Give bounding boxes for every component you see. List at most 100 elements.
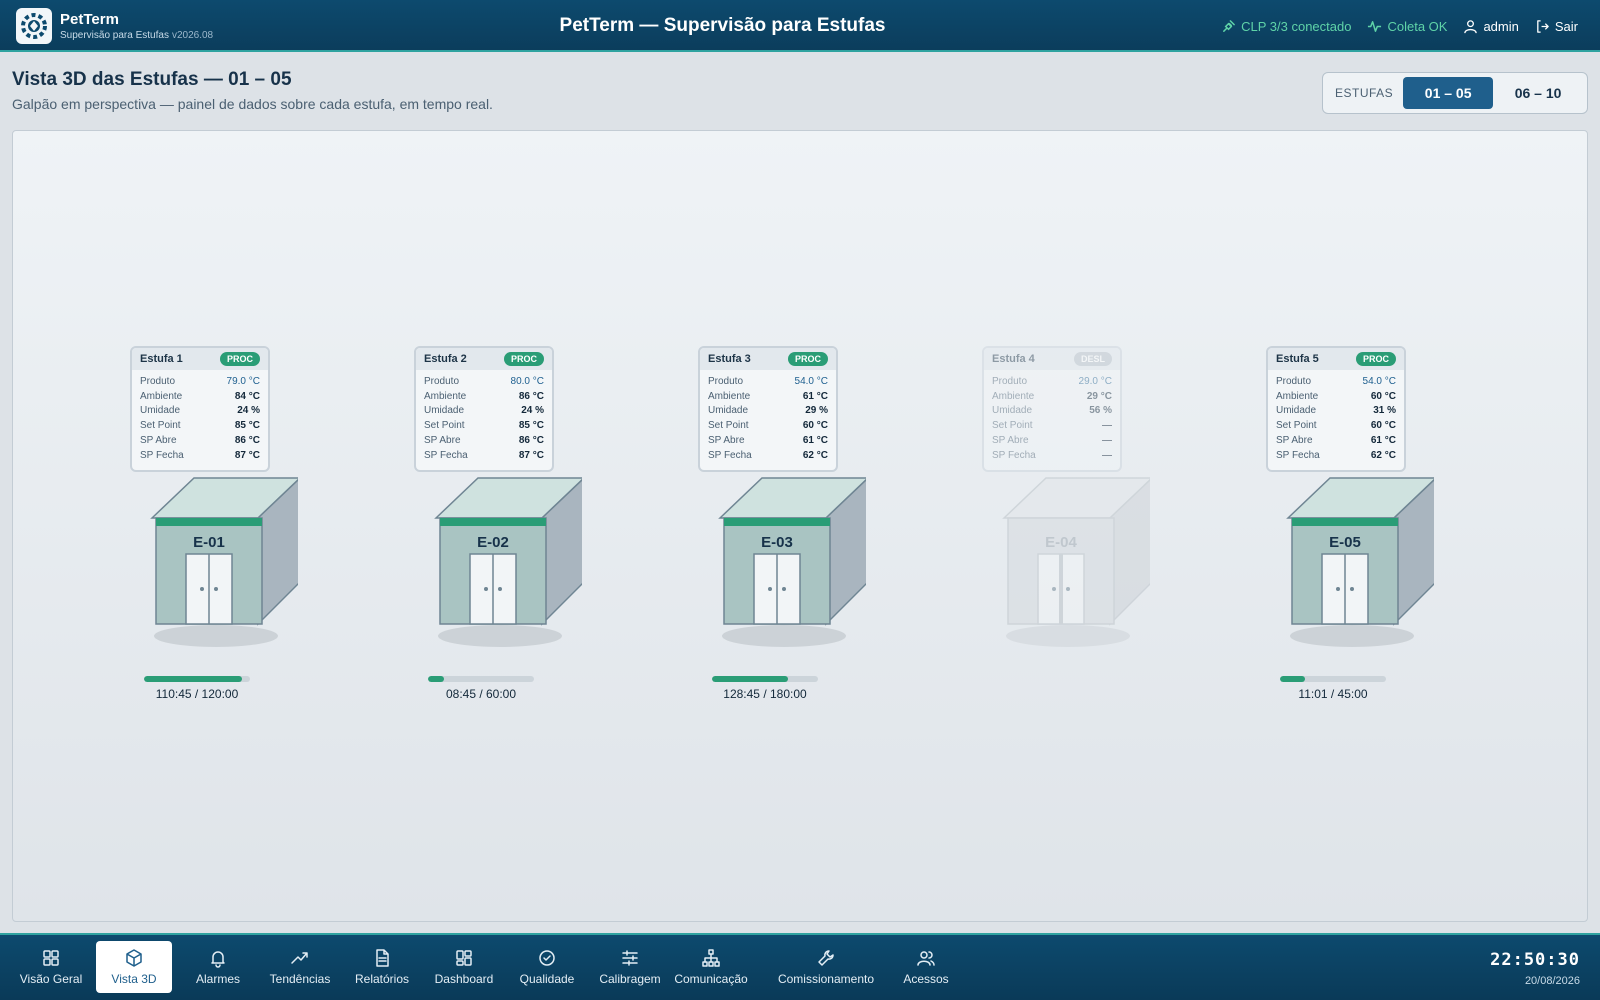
nav-item-sliders[interactable]: Calibragem: [590, 941, 670, 993]
nav-item-dashboard[interactable]: Dashboard: [425, 941, 503, 993]
batch-time: 11:01 / 45:00: [1298, 687, 1368, 701]
nav-item-users[interactable]: Acessos: [890, 941, 962, 993]
group-button-01-05[interactable]: 01 – 05: [1403, 77, 1494, 109]
wrench-icon: [818, 950, 834, 966]
nav-item-bell[interactable]: Alarmes: [180, 941, 256, 993]
card-row-value: 60 °C: [802, 420, 828, 432]
card-row-value: 61 °C: [802, 390, 828, 402]
clp-status: CLP 3/3 conectado: [1221, 19, 1351, 34]
card-row-sp_fecha: SP Fecha 62 °C: [1276, 448, 1396, 463]
nav-item-label: Tendências: [269, 972, 331, 986]
card-row-sp_fecha: SP Fecha 87 °C: [140, 448, 260, 463]
user-menu[interactable]: admin: [1463, 18, 1519, 34]
estufa-data-card[interactable]: Estufa 3 PROC Produto 54.0 °C Ambiente 61 °C U…: [698, 346, 838, 472]
page-title: Vista 3D das Estufas — 01 – 05: [12, 69, 292, 90]
nav-item-label: Calibragem: [599, 972, 661, 986]
card-row-value: 86 °C: [518, 435, 544, 447]
coleta-status-label: Coleta OK: [1387, 18, 1448, 34]
batch-time: 08:45 / 60:00: [445, 687, 517, 701]
card-row-value: 86 °C: [234, 435, 260, 447]
estufa-unit[interactable]: Estufa 1 PROC Produto 79.0 °C Ambiente 84 °C U…: [13, 131, 303, 923]
page-subtitle: Galpão em perspectiva — painel de dados …: [12, 96, 493, 112]
estufa-unit[interactable]: Estufa 3 PROC Produto 54.0 °C Ambiente 61 °C U…: [581, 131, 871, 923]
nav-item-check-circle[interactable]: Qualidade: [508, 941, 586, 993]
card-row-sp_abre: SP Abre 61 °C: [708, 433, 828, 448]
estufa-name: Estufa 4: [992, 353, 1035, 365]
top-status-area: CLP 3/3 conectado Coleta OK admin Sair: [1221, 0, 1600, 52]
estufa-unit[interactable]: Estufa 2 PROC Produto 80.0 °C Ambiente 86 °C U…: [297, 131, 587, 923]
card-row-umidade: Umidade 24 %: [140, 404, 260, 419]
progress-fill: [712, 676, 789, 682]
estufa-data-card[interactable]: Estufa 1 PROC Produto 79.0 °C Ambiente 84 °C U…: [130, 346, 270, 472]
card-row-sp_fecha: SP Fecha —: [992, 448, 1112, 463]
nav-item-trend[interactable]: Tendências: [260, 941, 340, 993]
estufa-unit[interactable]: Estufa 4 DESL Produto 29.0 °C Ambiente 29 °C U…: [865, 131, 1155, 923]
nav-item-document[interactable]: Relatórios: [340, 941, 424, 993]
progress-fill: [144, 676, 242, 682]
estufa-group-selector: ESTUFAS 01 – 05 06 – 10: [1322, 72, 1588, 114]
pulse-icon: [1368, 20, 1382, 32]
nav-item-label: Relatórios: [354, 972, 410, 986]
batch-time: 128:45 / 180:00: [723, 687, 807, 701]
card-row-label: Ambiente: [424, 390, 467, 402]
card-row-value: 60 °C: [1370, 420, 1396, 432]
card-row-label: SP Abre: [1276, 435, 1313, 447]
group-button-06-10[interactable]: 06 – 10: [1493, 77, 1583, 109]
nav-item-cube[interactable]: Vista 3D: [96, 941, 172, 993]
estufa-3d-model[interactable]: E-03: [696, 476, 866, 666]
card-row-label: Set Point: [424, 420, 465, 432]
card-row-value: 56 %: [1089, 405, 1112, 417]
status-badge: PROC: [787, 352, 828, 366]
dashboard-icon: [456, 950, 472, 966]
nav-item-label: Dashboard: [434, 972, 494, 986]
card-row-ambiente: Ambiente 84 °C: [140, 389, 260, 404]
card-row-value: 80.0 °C: [510, 375, 544, 387]
card-body: Produto 54.0 °C Ambiente 60 °C Umidade 31 % Se…: [1268, 370, 1404, 463]
card-row-produto: Produto 54.0 °C: [708, 374, 828, 389]
estufa-code: E-01: [193, 534, 225, 551]
estufa-code: E-02: [477, 534, 509, 551]
estufa-3d-model[interactable]: E-04: [980, 476, 1150, 666]
network-icon: [702, 949, 720, 967]
batch-progress-bar: [712, 676, 818, 682]
nav-item-grid[interactable]: Visão Geral: [12, 941, 90, 993]
card-row-label: Produto: [708, 375, 744, 387]
batch-time: 110:45 / 120:00: [155, 687, 239, 701]
estufa-name: Estufa 2: [424, 353, 467, 365]
card-row-label: SP Abre: [992, 435, 1029, 447]
nav-item-wrench[interactable]: Comissionamento: [768, 941, 884, 993]
card-row-label: SP Abre: [708, 435, 745, 447]
card-row-sp_abre: SP Abre 86 °C: [424, 433, 544, 448]
card-row-setpoint: Set Point 85 °C: [424, 418, 544, 433]
card-row-label: Produto: [992, 375, 1028, 387]
card-row-sp_fecha: SP Fecha 87 °C: [424, 448, 544, 463]
card-row-label: Set Point: [992, 420, 1033, 432]
logout-button[interactable]: Sair: [1535, 19, 1578, 34]
card-body: Produto 79.0 °C Ambiente 84 °C Umidade 24 % Se…: [132, 370, 268, 463]
estufa-unit[interactable]: Estufa 5 PROC Produto 54.0 °C Ambiente 60 °C U…: [1149, 131, 1439, 923]
estufa-data-card[interactable]: Estufa 5 PROC Produto 54.0 °C Ambiente 60 °C U…: [1266, 346, 1406, 472]
card-row-sp_fecha: SP Fecha 62 °C: [708, 448, 828, 463]
card-row-value: 85 °C: [518, 420, 544, 432]
user-icon: [1464, 19, 1478, 33]
estufa-data-card[interactable]: Estufa 2 PROC Produto 80.0 °C Ambiente 86 °C U…: [414, 346, 554, 472]
estufa-code: E-05: [1329, 534, 1361, 551]
nav-item-network[interactable]: Comunicação: [670, 941, 752, 993]
estufa-data-card[interactable]: Estufa 4 DESL Produto 29.0 °C Ambiente 29 °C U…: [982, 346, 1122, 472]
card-row-label: SP Fecha: [140, 449, 184, 461]
card-row-ambiente: Ambiente 60 °C: [1276, 389, 1396, 404]
estufa-3d-model[interactable]: E-01: [128, 476, 298, 666]
card-row-ambiente: Ambiente 29 °C: [992, 389, 1112, 404]
user-name: admin: [1483, 18, 1519, 34]
card-row-label: Umidade: [140, 405, 181, 417]
card-row-label: Set Point: [140, 420, 181, 432]
card-row-value: 29 °C: [1086, 390, 1112, 402]
estufa-3d-model[interactable]: E-05: [1264, 476, 1434, 666]
estufa-3d-model[interactable]: E-02: [412, 476, 582, 666]
grid-icon: [43, 950, 59, 966]
card-row-label: Umidade: [992, 405, 1033, 417]
card-row-sp_abre: SP Abre 86 °C: [140, 433, 260, 448]
nav-item-label: Comunicação: [674, 972, 748, 986]
nav-item-label: Qualidade: [519, 972, 575, 986]
card-header: Estufa 1 PROC: [132, 348, 268, 370]
